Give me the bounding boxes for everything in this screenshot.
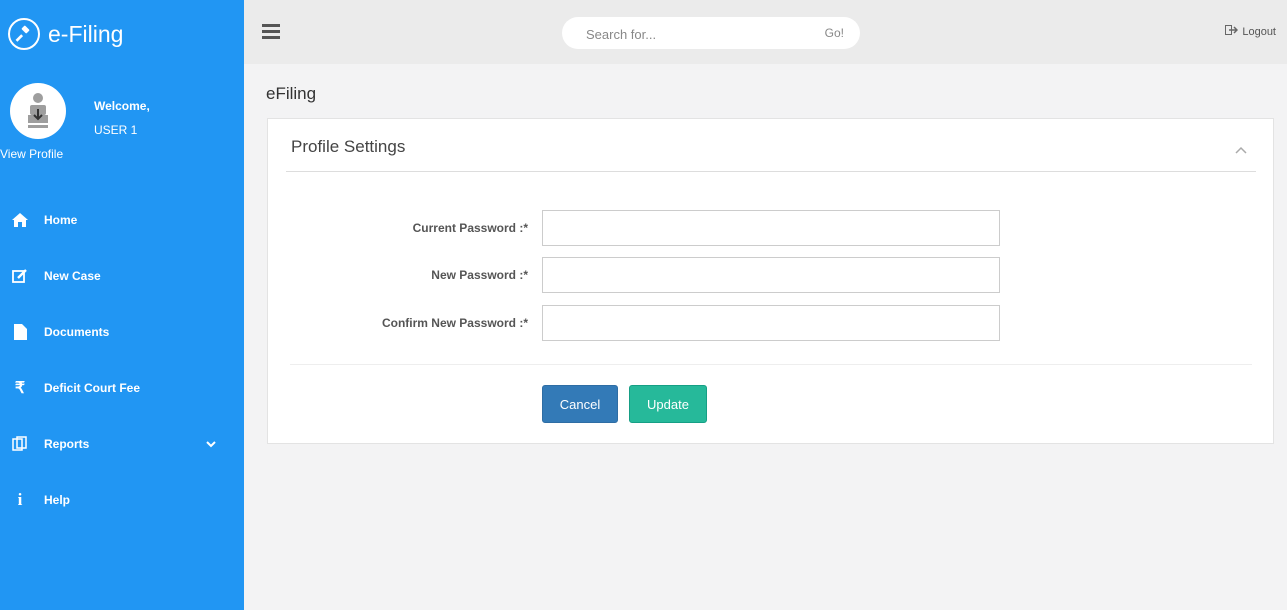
sidebar-item-label: Reports (44, 437, 90, 451)
search-box: Go! (562, 17, 860, 49)
panel-title: Profile Settings (291, 137, 406, 156)
sidebar-item-deficit-court-fee[interactable]: ₹ Deficit Court Fee (0, 360, 244, 416)
confirm-password-label: Confirm New Password :* (381, 316, 528, 330)
confirm-password-field[interactable] (542, 305, 1000, 341)
current-password-row: Current Password :* (268, 210, 1268, 246)
brand[interactable]: e-Filing (8, 9, 123, 59)
logout-link[interactable]: Logout (1225, 25, 1276, 38)
username: USER 1 (94, 123, 138, 137)
search-go-button[interactable]: Go! (825, 26, 844, 40)
sidebar-item-label: Help (44, 493, 71, 507)
current-password-field[interactable] (542, 210, 1000, 246)
sidebar-nav: Home New Case Documents ₹ Deficit Court … (0, 192, 244, 528)
logout-label: Logout (1242, 25, 1276, 38)
user-profile: Welcome, USER 1 View Profile (0, 83, 244, 173)
rupee-icon: ₹ (14, 380, 26, 397)
top-bar: Go! Logout (244, 0, 1287, 64)
view-profile-link[interactable]: View Profile (0, 147, 63, 161)
sidebar-item-documents[interactable]: Documents (0, 304, 244, 360)
welcome-text: Welcome, (94, 99, 150, 113)
page-title: eFiling (266, 84, 317, 103)
chevron-up-icon[interactable] (1235, 141, 1247, 159)
avatar[interactable] (10, 83, 66, 139)
sidebar: e-Filing Welcome, USER 1 View Profile Ho… (0, 0, 244, 610)
divider (286, 171, 1256, 172)
file-icon (10, 322, 30, 342)
sidebar-item-home[interactable]: Home (0, 192, 244, 248)
update-button[interactable]: Update (629, 385, 707, 423)
new-password-field[interactable] (542, 257, 1000, 293)
info-icon: i (17, 490, 23, 509)
search-input[interactable] (584, 24, 788, 44)
sidebar-item-label: Deficit Court Fee (44, 381, 141, 395)
confirm-password-row: Confirm New Password :* (268, 305, 1268, 341)
current-password-label: Current Password :* (412, 221, 528, 235)
new-password-label: New Password :* (431, 268, 528, 282)
sidebar-item-label: Documents (44, 325, 110, 339)
sidebar-item-help[interactable]: i Help (0, 472, 244, 528)
home-icon (10, 210, 30, 230)
gavel-icon (8, 18, 40, 50)
profile-settings-panel: Profile Settings Current Password :* New… (267, 118, 1274, 444)
sidebar-item-label: Home (44, 213, 78, 227)
divider (290, 364, 1252, 365)
sidebar-item-new-case[interactable]: New Case (0, 248, 244, 304)
sign-out-icon (1225, 25, 1239, 38)
cancel-button[interactable]: Cancel (542, 385, 618, 423)
menu-toggle-icon[interactable] (262, 24, 280, 39)
edit-icon (10, 266, 30, 286)
sidebar-item-reports[interactable]: Reports (0, 416, 244, 472)
reports-icon (10, 434, 30, 454)
brand-name: e-Filing (48, 20, 124, 47)
sidebar-item-label: New Case (44, 269, 101, 283)
new-password-row: New Password :* (268, 257, 1268, 293)
chevron-down-icon (206, 437, 216, 451)
